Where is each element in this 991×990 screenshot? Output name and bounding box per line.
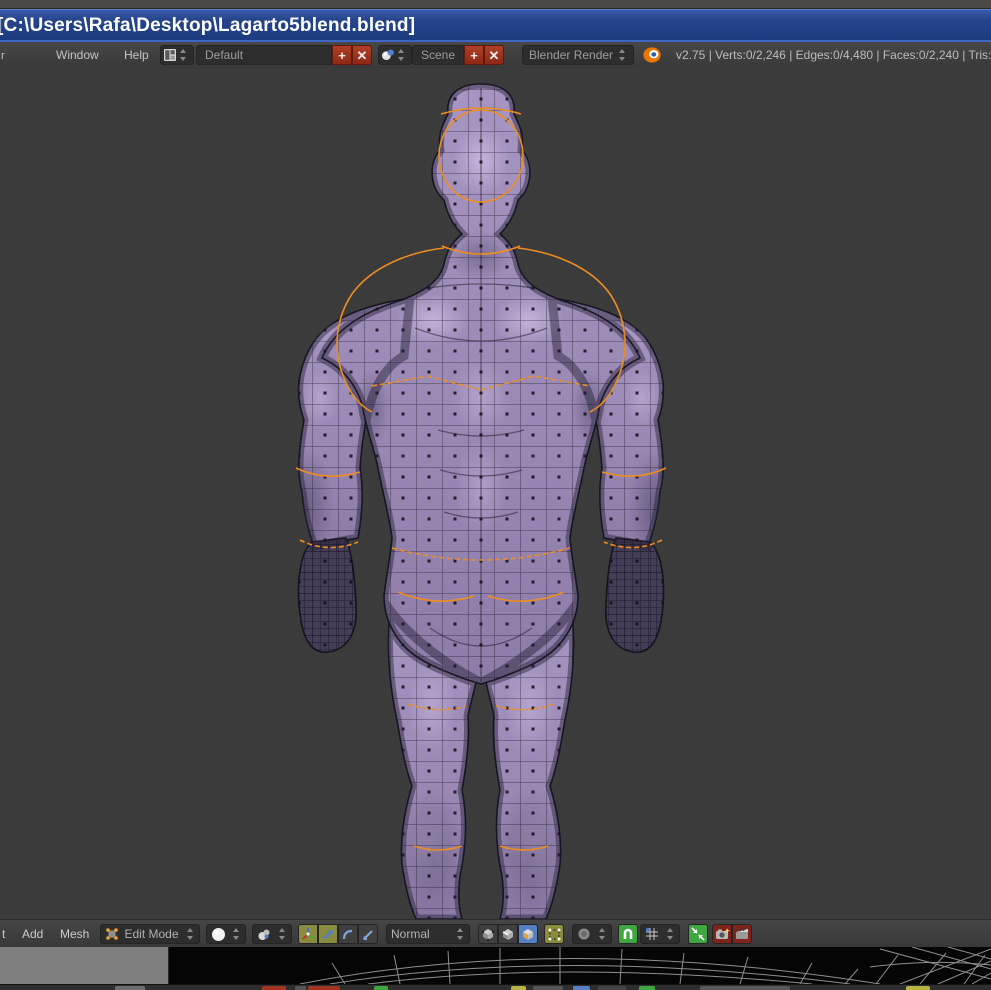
button-fragment: [906, 986, 930, 990]
face-select-button[interactable]: [518, 924, 538, 944]
rotate-arc-icon: [342, 928, 355, 941]
render-engine-dropdown[interactable]: Blender Render: [522, 45, 634, 65]
scale-manipulator-button[interactable]: [358, 924, 378, 944]
transform-orientation-dropdown[interactable]: Normal: [386, 924, 470, 944]
chevron-up-down-icon: [179, 48, 188, 62]
clipped-menu-fragment: r: [1, 50, 5, 62]
layout-add-button[interactable]: +: [332, 45, 352, 65]
scale-arrow-icon: [362, 928, 375, 941]
snap-increment-icon: [645, 927, 659, 941]
chevron-up-down-icon: [666, 927, 675, 941]
info-header: r Window Help Default + ✕ Scene + ✕: [0, 42, 991, 69]
3d-viewport[interactable]: [0, 68, 991, 919]
chevron-up-down-icon: [397, 48, 406, 62]
clapperboard-icon: [735, 927, 750, 941]
mode-dropdown[interactable]: Edit Mode: [100, 924, 200, 944]
proportional-editing-dropdown[interactable]: [572, 924, 612, 944]
button-fragment: [295, 986, 306, 990]
button-fragment: [115, 986, 145, 990]
menu-add[interactable]: Add: [18, 920, 47, 948]
scene-add-button[interactable]: +: [464, 45, 484, 65]
viewport-shading-dropdown[interactable]: [206, 924, 246, 944]
snap-magnet-icon: [621, 927, 635, 941]
layout-delete-button[interactable]: ✕: [352, 45, 372, 65]
vertex-select-icon: [480, 926, 496, 942]
button-fragment: [598, 986, 626, 990]
mode-value: Edit Mode: [124, 927, 178, 941]
menu-window[interactable]: Window: [50, 42, 105, 68]
scene-browser-icon: [381, 48, 395, 62]
viewport-shading-solid-icon: [211, 927, 226, 942]
window-titlebar[interactable]: [C:\Users\Rafa\Desktop\Lagarto5blend.ble…: [0, 9, 991, 41]
face-select-icon: [520, 926, 536, 942]
chevron-up-down-icon: [618, 48, 627, 62]
blender-logo-icon: [642, 46, 662, 64]
scene-name-field[interactable]: Scene: [412, 45, 464, 65]
rotate-manipulator-button[interactable]: [338, 924, 358, 944]
translate-manipulator-button[interactable]: [318, 924, 338, 944]
button-fragment: [511, 986, 526, 990]
proportional-editing-icon: [577, 927, 591, 941]
opengl-render-still-button[interactable]: [712, 924, 732, 944]
pivot-point-icon: [257, 927, 272, 942]
button-fragment: [262, 986, 286, 990]
window-top-edge: [0, 0, 991, 9]
window-title: [C:\Users\Rafa\Desktop\Lagarto5blend.ble…: [0, 15, 415, 37]
character-mesh[interactable]: [0, 68, 991, 919]
layout-name-field[interactable]: Default: [196, 45, 332, 65]
scene-selector[interactable]: [378, 45, 412, 65]
snap-toggle-button[interactable]: [618, 924, 638, 944]
chevron-up-down-icon: [456, 927, 465, 941]
scene-delete-button[interactable]: ✕: [484, 45, 504, 65]
vertex-select-button[interactable]: [478, 924, 498, 944]
screen-layout-icon: [163, 48, 177, 62]
edit-mode-icon: [105, 927, 119, 941]
scene-statistics: v2.75 | Verts:0/2,246 | Edges:0/4,480 | …: [676, 42, 991, 68]
button-fragment: [374, 986, 388, 990]
button-fragment: [700, 986, 790, 990]
menu-mesh[interactable]: Mesh: [56, 920, 93, 948]
button-fragment: [573, 986, 590, 990]
blender-window: [C:\Users\Rafa\Desktop\Lagarto5blend.ble…: [0, 0, 991, 990]
viewport-header: t Add Mesh Edit Mode: [0, 919, 991, 949]
manipulator-axes-icon: [301, 927, 315, 941]
manipulator-toggle-button[interactable]: [298, 924, 318, 944]
uv-editor-strip[interactable]: [0, 947, 991, 984]
translate-arrow-icon: [322, 928, 335, 941]
automerge-arrows-icon: [691, 927, 705, 941]
occlude-geometry-button[interactable]: [544, 924, 564, 944]
chevron-up-down-icon: [598, 927, 607, 941]
limit-selection-to-visible-icon: [547, 927, 562, 942]
uv-editor-panel: [0, 947, 169, 984]
chevron-up-down-icon: [186, 927, 195, 941]
orientation-value: Normal: [391, 927, 430, 941]
button-fragment: [533, 986, 563, 990]
render-camera-icon: [715, 927, 730, 941]
chevron-up-down-icon: [232, 927, 241, 941]
menu-help[interactable]: Help: [118, 42, 155, 68]
bottom-window-sliver: [0, 984, 991, 990]
screen-layout-selector[interactable]: [160, 45, 194, 65]
opengl-render-animation-button[interactable]: [732, 924, 752, 944]
pivot-point-dropdown[interactable]: [252, 924, 292, 944]
button-fragment: [639, 986, 655, 990]
edge-select-button[interactable]: [498, 924, 518, 944]
edge-select-icon: [500, 926, 516, 942]
button-fragment: [308, 986, 340, 990]
automerge-toggle-button[interactable]: [688, 924, 708, 944]
snap-element-dropdown[interactable]: [640, 924, 680, 944]
chevron-up-down-icon: [278, 927, 287, 941]
clipped-select-menu-fragment[interactable]: t: [0, 920, 9, 948]
render-engine-value: Blender Render: [529, 46, 613, 64]
